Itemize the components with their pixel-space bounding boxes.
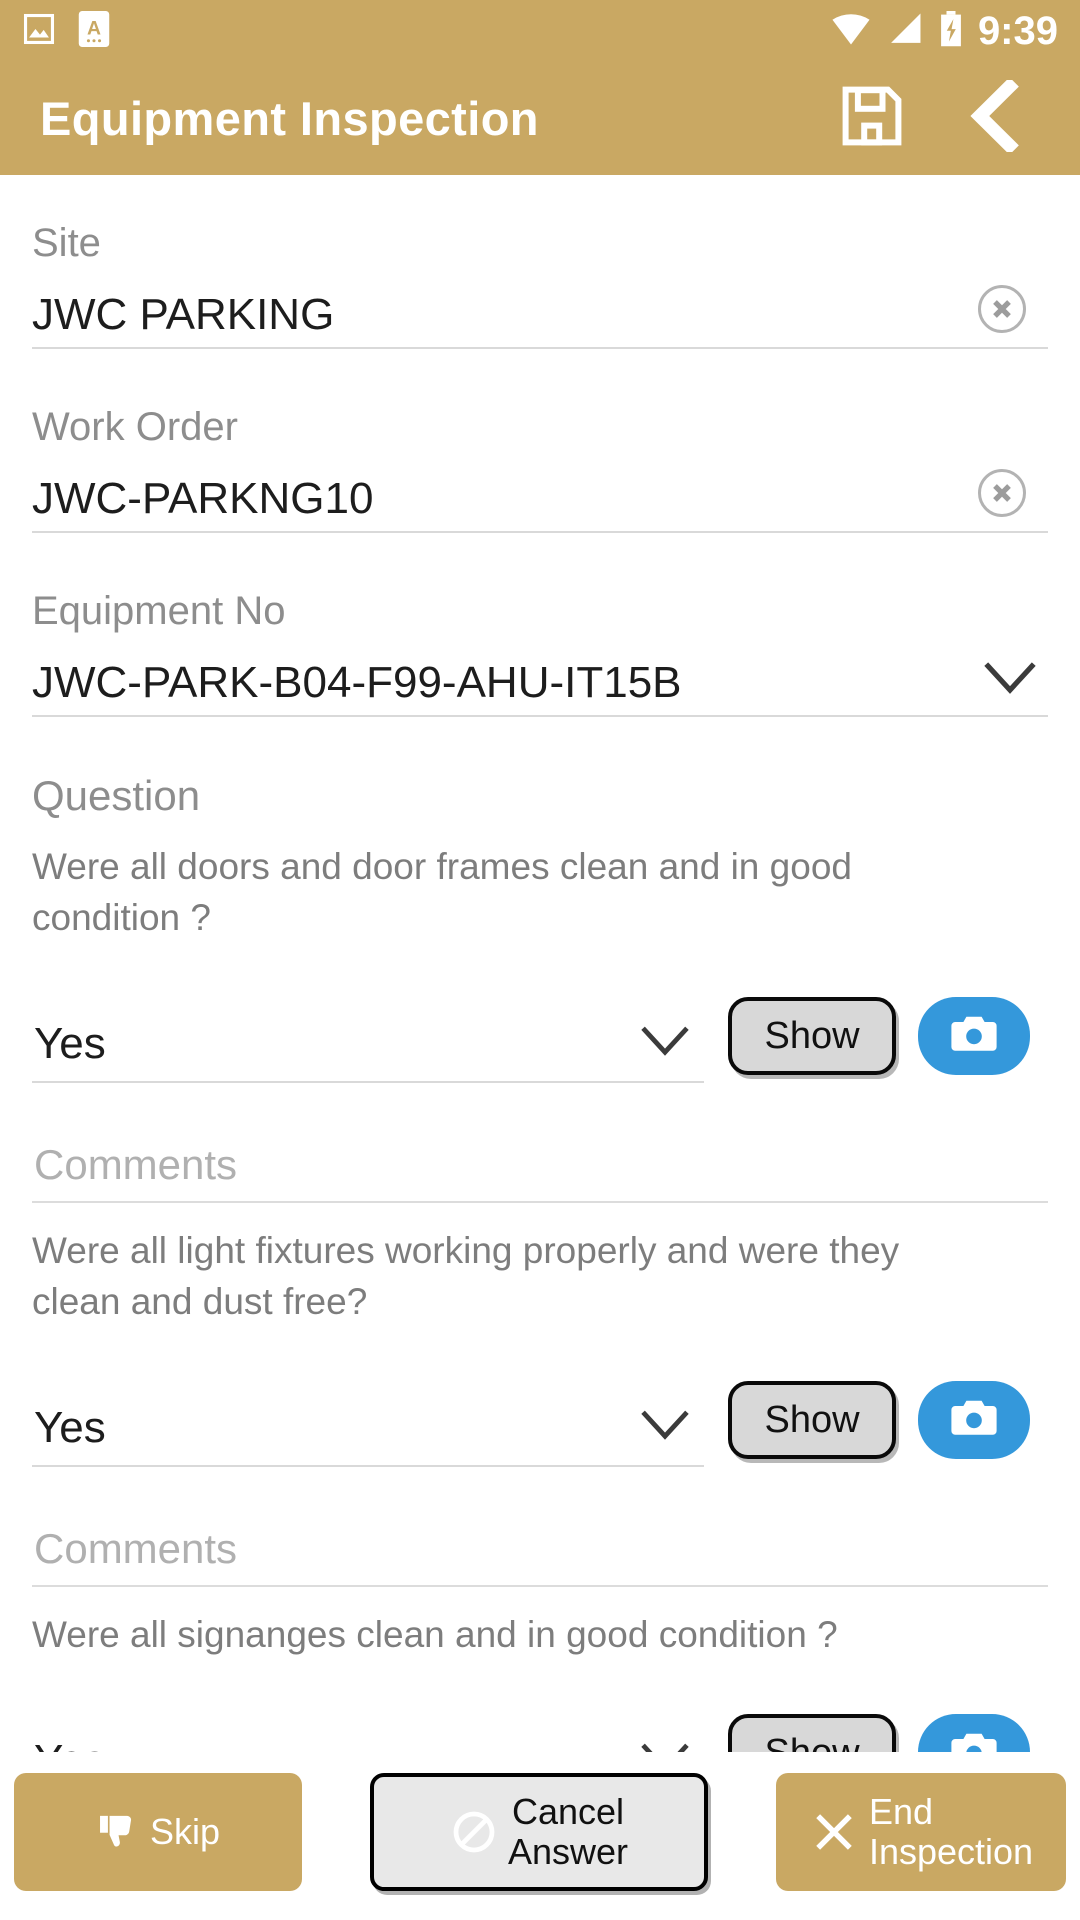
- app-screen: A 9:39 Equipment Inspection Site JWC PAR…: [0, 0, 1080, 1920]
- camera-icon: [948, 1729, 1000, 1752]
- wifi-icon: [830, 12, 872, 51]
- work-order-field-row[interactable]: JWC-PARKNG10: [32, 459, 1048, 533]
- end-inspection-button-label: End Inspection: [868, 1790, 1034, 1873]
- chevron-down-icon[interactable]: [982, 651, 1038, 707]
- clear-circle-icon[interactable]: [978, 285, 1026, 333]
- status-bar-clock: 9:39: [977, 9, 1058, 53]
- comments-field[interactable]: Comments: [32, 1511, 1048, 1588]
- equipment-no-field-row[interactable]: JWC-PARK-B04-F99-AHU-IT15B: [32, 643, 1048, 717]
- question-text: Were all doors and door frames clean and…: [32, 846, 852, 939]
- comments-placeholder: Comments: [34, 1525, 238, 1573]
- cellular-signal-icon: [886, 12, 924, 51]
- status-bar-left-icons: A: [22, 10, 110, 52]
- bottom-action-bar: Skip Cancel Answer End Inspection: [0, 1752, 1080, 1920]
- answer-row: Yes Show: [32, 987, 1048, 1084]
- floppy-disk-save-icon[interactable]: [836, 80, 908, 157]
- chevron-down-icon[interactable]: [640, 1734, 690, 1752]
- skip-button-label: Skip: [149, 1810, 221, 1852]
- answer-value: Yes: [34, 1403, 106, 1453]
- chevron-down-icon[interactable]: [640, 1017, 690, 1067]
- skip-button[interactable]: Skip: [14, 1773, 302, 1891]
- site-field-row[interactable]: JWC PARKING: [32, 275, 1048, 349]
- question-section-heading: Question: [32, 772, 201, 819]
- page-title: Equipment Inspection: [40, 92, 539, 145]
- question-text: Were all signanges clean and in good con…: [32, 1614, 838, 1656]
- answer-select[interactable]: Yes: [32, 1383, 704, 1468]
- answer-row: Yes Show: [32, 1371, 1048, 1468]
- app-a-icon: A: [78, 10, 110, 52]
- site-value[interactable]: JWC PARKING: [32, 293, 1048, 347]
- prohibition-icon: [450, 1808, 498, 1856]
- end-inspection-line2: Inspection: [868, 1831, 1034, 1872]
- cancel-answer-button-label: Cancel Answer: [507, 1790, 629, 1873]
- thumbs-down-icon: [96, 1810, 140, 1854]
- show-button[interactable]: Show: [728, 1714, 896, 1752]
- end-inspection-line1: End: [868, 1790, 933, 1832]
- back-chevron-icon[interactable]: [960, 77, 1026, 157]
- work-order-value[interactable]: JWC-PARKNG10: [32, 477, 1048, 531]
- cancel-answer-line1: Cancel: [511, 1790, 625, 1832]
- image-icon: [22, 12, 56, 51]
- svg-text:A: A: [87, 17, 101, 39]
- answer-value: Yes: [34, 1019, 106, 1069]
- answer-value: Yes: [32, 1736, 106, 1752]
- status-bar: A 9:39: [0, 0, 1080, 62]
- camera-button[interactable]: [918, 1381, 1030, 1460]
- app-bar-actions: [836, 77, 1040, 157]
- camera-icon: [948, 1396, 1000, 1445]
- site-label: Site: [32, 221, 101, 265]
- status-bar-right-icons: 9:39: [830, 9, 1058, 53]
- equipment-no-value[interactable]: JWC-PARK-B04-F99-AHU-IT15B: [32, 661, 1048, 715]
- camera-icon: [948, 1012, 1000, 1061]
- end-inspection-button[interactable]: End Inspection: [776, 1773, 1066, 1891]
- battery-charging-icon: [938, 10, 964, 52]
- comments-field[interactable]: Comments: [32, 1127, 1048, 1204]
- clear-circle-icon[interactable]: [978, 469, 1026, 517]
- chevron-down-icon[interactable]: [640, 1401, 690, 1451]
- cancel-answer-line2: Answer: [507, 1831, 629, 1872]
- cancel-answer-button[interactable]: Cancel Answer: [370, 1773, 708, 1891]
- show-button[interactable]: Show: [728, 1381, 896, 1460]
- show-button[interactable]: Show: [728, 997, 896, 1076]
- answer-select[interactable]: Yes: [32, 1716, 704, 1752]
- camera-button[interactable]: [918, 1714, 1030, 1752]
- answer-select[interactable]: Yes: [32, 999, 704, 1084]
- inspection-form-scroll[interactable]: Site JWC PARKING Work Order JWC-PARKNG10…: [0, 175, 1080, 1752]
- equipment-no-label: Equipment No: [32, 589, 286, 633]
- question-text: Were all light fixtures working properly…: [32, 1230, 900, 1323]
- answer-row: Yes Show: [32, 1704, 1048, 1752]
- app-bar: Equipment Inspection: [0, 62, 1080, 175]
- comments-placeholder: Comments: [34, 1141, 238, 1189]
- close-x-icon: [809, 1807, 859, 1857]
- work-order-label: Work Order: [32, 405, 238, 449]
- camera-button[interactable]: [918, 997, 1030, 1076]
